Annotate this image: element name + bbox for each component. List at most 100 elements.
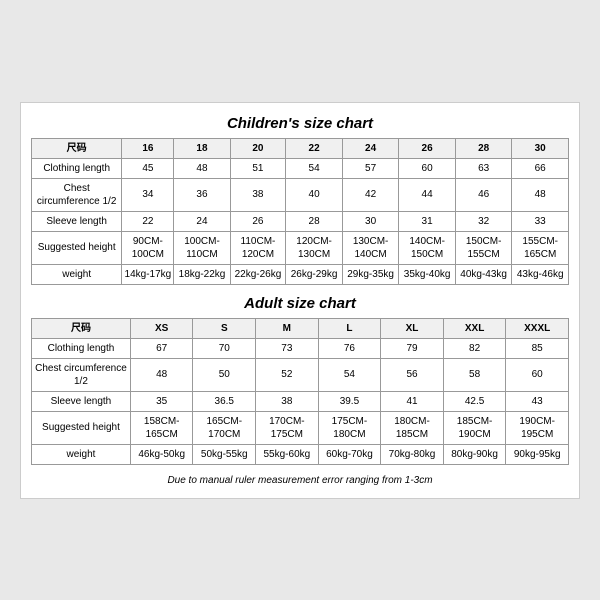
- cell-value: 39.5: [318, 391, 381, 411]
- cell-value: 44: [399, 178, 456, 211]
- cell-value: 58: [443, 358, 506, 391]
- cell-value: 50kg-55kg: [193, 444, 256, 464]
- cell-value: 67: [130, 338, 193, 358]
- adult-chart-title: Adult size chart: [31, 295, 569, 312]
- cell-value: 90CM-100CM: [122, 231, 174, 264]
- cell-value: 22kg-26kg: [230, 264, 286, 284]
- cell-value: 190CM-195CM: [506, 411, 569, 444]
- cell-value: 41: [381, 391, 444, 411]
- cell-value: 48: [174, 158, 230, 178]
- column-header: M: [256, 318, 319, 338]
- row-label: Suggested height: [32, 231, 122, 264]
- cell-value: 79: [381, 338, 444, 358]
- column-header: XXL: [443, 318, 506, 338]
- cell-value: 35: [130, 391, 193, 411]
- row-label: Sleeve length: [32, 391, 131, 411]
- cell-value: 50: [193, 358, 256, 391]
- cell-value: 28: [286, 211, 343, 231]
- column-header: XXXL: [506, 318, 569, 338]
- cell-value: 18kg-22kg: [174, 264, 230, 284]
- note: Due to manual ruler measurement error ra…: [31, 475, 569, 486]
- cell-value: 48: [130, 358, 193, 391]
- table-row: Sleeve length2224262830313233: [32, 211, 569, 231]
- column-header: 24: [342, 138, 399, 158]
- cell-value: 85: [506, 338, 569, 358]
- cell-value: 175CM-180CM: [318, 411, 381, 444]
- cell-value: 36: [174, 178, 230, 211]
- row-label: Clothing length: [32, 158, 122, 178]
- table-row: weight46kg-50kg50kg-55kg55kg-60kg60kg-70…: [32, 444, 569, 464]
- cell-value: 140CM-150CM: [399, 231, 456, 264]
- row-label: Chest circumference 1/2: [32, 178, 122, 211]
- cell-value: 35kg-40kg: [399, 264, 456, 284]
- cell-value: 26: [230, 211, 286, 231]
- cell-value: 76: [318, 338, 381, 358]
- cell-value: 82: [443, 338, 506, 358]
- cell-value: 60: [399, 158, 456, 178]
- row-label: weight: [32, 444, 131, 464]
- row-label: Clothing length: [32, 338, 131, 358]
- column-header: S: [193, 318, 256, 338]
- cell-value: 38: [256, 391, 319, 411]
- cell-value: 31: [399, 211, 456, 231]
- row-label: Sleeve length: [32, 211, 122, 231]
- cell-value: 185CM-190CM: [443, 411, 506, 444]
- cell-value: 40: [286, 178, 343, 211]
- cell-value: 180CM-185CM: [381, 411, 444, 444]
- cell-value: 46kg-50kg: [130, 444, 193, 464]
- cell-value: 54: [318, 358, 381, 391]
- cell-value: 63: [455, 158, 512, 178]
- cell-value: 36.5: [193, 391, 256, 411]
- table-row: Suggested height90CM-100CM100CM-110CM110…: [32, 231, 569, 264]
- cell-value: 22: [122, 211, 174, 231]
- column-header: 尺码: [32, 318, 131, 338]
- column-header: XL: [381, 318, 444, 338]
- cell-value: 130CM-140CM: [342, 231, 399, 264]
- cell-value: 48: [512, 178, 569, 211]
- cell-value: 66: [512, 158, 569, 178]
- cell-value: 110CM-120CM: [230, 231, 286, 264]
- adult-header-row: 尺码XSSMLXLXXLXXXL: [32, 318, 569, 338]
- table-row: Clothing length67707376798285: [32, 338, 569, 358]
- column-header: 26: [399, 138, 456, 158]
- cell-value: 73: [256, 338, 319, 358]
- column-header: XS: [130, 318, 193, 338]
- cell-value: 120CM-130CM: [286, 231, 343, 264]
- row-label: Suggested height: [32, 411, 131, 444]
- children-body: Clothing length4548515457606366Chest cir…: [32, 158, 569, 284]
- column-header: 尺码: [32, 138, 122, 158]
- cell-value: 29kg-35kg: [342, 264, 399, 284]
- cell-value: 54: [286, 158, 343, 178]
- cell-value: 40kg-43kg: [455, 264, 512, 284]
- cell-value: 80kg-90kg: [443, 444, 506, 464]
- chart-container: Children's size chart 尺码1618202224262830…: [20, 102, 580, 499]
- cell-value: 26kg-29kg: [286, 264, 343, 284]
- column-header: L: [318, 318, 381, 338]
- cell-value: 24: [174, 211, 230, 231]
- table-row: Chest circumference 1/248505254565860: [32, 358, 569, 391]
- cell-value: 57: [342, 158, 399, 178]
- cell-value: 42.5: [443, 391, 506, 411]
- table-row: Suggested height158CM-165CM165CM-170CM 17…: [32, 411, 569, 444]
- adult-body: Clothing length67707376798285Chest circu…: [32, 338, 569, 464]
- table-row: Chest circumference 1/23436384042444648: [32, 178, 569, 211]
- cell-value: 14kg-17kg: [122, 264, 174, 284]
- cell-value: 45: [122, 158, 174, 178]
- row-label: Chest circumference 1/2: [32, 358, 131, 391]
- table-row: Sleeve length3536.53839.54142.543: [32, 391, 569, 411]
- adult-table: 尺码XSSMLXLXXLXXXL Clothing length67707376…: [31, 318, 569, 465]
- table-row: weight14kg-17kg18kg-22kg22kg-26kg26kg-29…: [32, 264, 569, 284]
- cell-value: 90kg-95kg: [506, 444, 569, 464]
- children-table: 尺码1618202224262830 Clothing length454851…: [31, 138, 569, 285]
- cell-value: 70kg-80kg: [381, 444, 444, 464]
- cell-value: 34: [122, 178, 174, 211]
- cell-value: 43kg-46kg: [512, 264, 569, 284]
- cell-value: 150CM-155CM: [455, 231, 512, 264]
- cell-value: 46: [455, 178, 512, 211]
- cell-value: 42: [342, 178, 399, 211]
- cell-value: 158CM-165CM: [130, 411, 193, 444]
- cell-value: 33: [512, 211, 569, 231]
- cell-value: 165CM-170CM: [193, 411, 256, 444]
- cell-value: 55kg-60kg: [256, 444, 319, 464]
- cell-value: 32: [455, 211, 512, 231]
